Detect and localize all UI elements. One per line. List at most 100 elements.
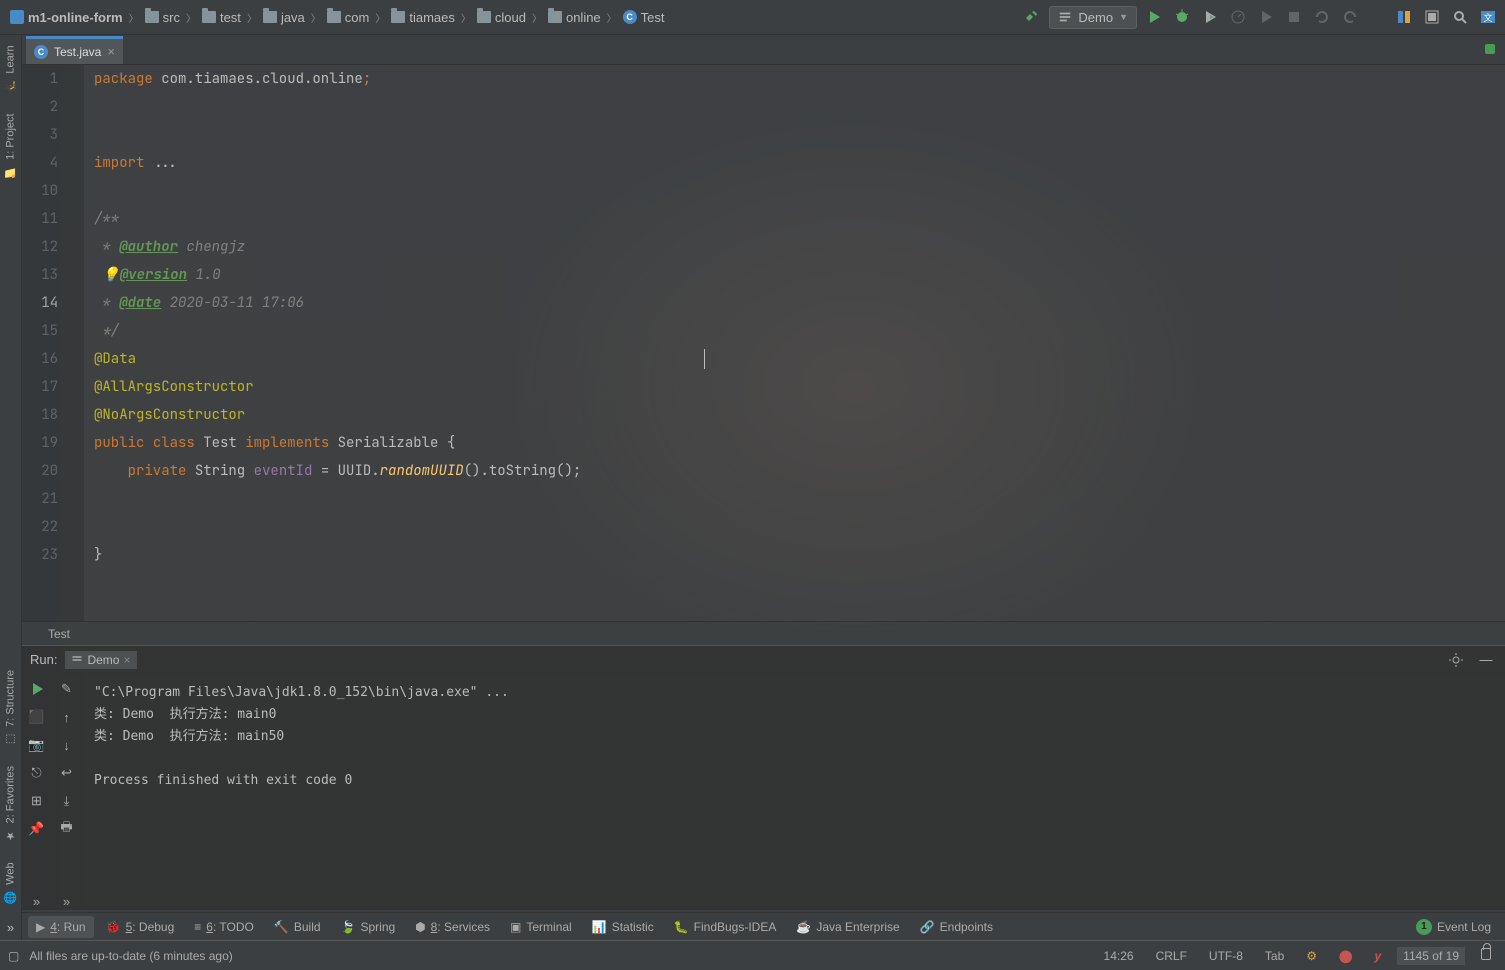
up-button[interactable]: ↑ — [58, 708, 76, 726]
stop-process-button[interactable]: ⬛ — [28, 708, 46, 726]
crumb-text: tiamaes — [409, 10, 455, 25]
bottom-tab-findbugs[interactable]: 🐛 FindBugs-IDEA — [666, 916, 785, 938]
pin-button[interactable]: 📌 — [28, 820, 46, 838]
bottom-tab-spring[interactable]: 🍃 Spring — [333, 916, 404, 938]
line-number: 16 — [22, 345, 64, 373]
close-run-tab-button[interactable]: × — [123, 653, 130, 667]
git-branch-button[interactable] — [1393, 6, 1415, 28]
status-line-separator[interactable]: CRLF — [1150, 949, 1193, 963]
crumb-project[interactable]: m1-online-form — [6, 8, 127, 27]
status-warn-icon-1[interactable]: ⚙ — [1300, 949, 1323, 963]
chevron-right-icon: 〉 — [459, 10, 473, 25]
crumb-test[interactable]: test — [198, 8, 245, 27]
crumb-text: test — [220, 10, 241, 25]
status-indent[interactable]: Tab — [1259, 949, 1290, 963]
sidebar-tab-project[interactable]: 📁1: Project — [1, 103, 20, 189]
run-button[interactable] — [1143, 6, 1165, 28]
editor-breadcrumb-item[interactable]: Test — [48, 627, 70, 641]
sidebar-tab-structure[interactable]: ⬚7: Structure — [1, 660, 20, 756]
crumb-src[interactable]: src — [141, 8, 184, 27]
hide-run-panel-button[interactable]: — — [1475, 649, 1497, 671]
expand-button[interactable]: » — [28, 892, 46, 910]
bottom-tab-run[interactable]: ▶ 4: Run — [28, 916, 94, 938]
status-y-icon[interactable]: y — [1368, 949, 1387, 963]
sidebar-tab-learn[interactable]: 🎓Learn — [1, 35, 20, 103]
line-number: 14 — [22, 289, 64, 317]
layout-button[interactable]: ⊞ — [28, 792, 46, 810]
print-button[interactable]: 🖶 — [58, 820, 76, 838]
build-hammer-button[interactable] — [1021, 6, 1043, 28]
run-gutter-right: ✎ ↑ ↓ ↩ ⤓ 🖶 » — [52, 674, 82, 910]
line-number: 21 — [22, 485, 64, 513]
sidebar-tab-favorites[interactable]: ★2: Favorites — [1, 756, 20, 852]
bottom-tab-terminal[interactable]: ▣ Terminal — [502, 916, 580, 938]
edit-button[interactable]: ✎ — [58, 680, 76, 698]
sidebar-collapse-button[interactable]: » — [4, 920, 18, 934]
bottom-tab-event-log[interactable]: 1 Event Log — [1408, 915, 1499, 939]
reload-button[interactable] — [1311, 6, 1333, 28]
code-editor[interactable]: 1 2 3 4 10 11 12 13 14 15 16 17 18 19 20… — [22, 65, 1505, 621]
bottom-tab-services[interactable]: ⬢ 8: Services — [407, 916, 498, 938]
close-tab-button[interactable]: × — [107, 44, 115, 59]
run-gutter-left: ⬛ 📷 ⎋ ⊞ 📌 » — [22, 674, 52, 910]
status-time[interactable]: 14:26 — [1098, 949, 1140, 963]
bottom-tab-debug[interactable]: 🐞 5: Debug — [98, 916, 183, 938]
sidebar-tab-web[interactable]: 🌐Web — [1, 852, 20, 914]
crumb-class[interactable]: CTest — [619, 8, 669, 27]
translate-button[interactable]: 文 — [1477, 6, 1499, 28]
status-memory[interactable]: 1145 of 19 — [1397, 947, 1465, 965]
coverage-button[interactable] — [1199, 6, 1221, 28]
profile-button[interactable] — [1227, 6, 1249, 28]
crumb-com[interactable]: com — [323, 8, 374, 27]
crumb-tiamaes[interactable]: tiamaes — [387, 8, 459, 27]
run-config-selector[interactable]: Demo ▼ — [1049, 6, 1137, 29]
bottom-tab-java-ee[interactable]: ☕ Java Enterprise — [788, 916, 907, 938]
code-area[interactable]: package com.tiamaes.cloud.online; import… — [84, 65, 1505, 621]
bottom-tab-todo[interactable]: ≡ 6: TODO — [186, 916, 262, 938]
crumb-cloud[interactable]: cloud — [473, 8, 530, 27]
crumb-java[interactable]: java — [259, 8, 309, 27]
soft-wrap-button[interactable]: ↩ — [58, 764, 76, 782]
editor-breadcrumb: Test — [22, 621, 1505, 645]
topbar: m1-online-form 〉 src 〉 test 〉 java 〉 com… — [0, 0, 1505, 35]
run-panel-header: Run: Demo × — — [22, 646, 1505, 674]
stop-button[interactable] — [1283, 6, 1305, 28]
run-console[interactable]: "C:\Program Files\Java\jdk1.8.0_152\bin\… — [82, 674, 1505, 910]
redo-button[interactable] — [1339, 6, 1361, 28]
more-button[interactable]: » — [58, 892, 76, 910]
left-sidebar: 🎓Learn 📁1: Project ⬚7: Structure ★2: Fav… — [0, 35, 22, 940]
crumb-text: cloud — [495, 10, 526, 25]
gutter[interactable]: 1 2 3 4 10 11 12 13 14 15 16 17 18 19 20… — [22, 65, 84, 621]
status-lock-icon[interactable] — [1475, 948, 1497, 963]
run-settings-button[interactable] — [1445, 649, 1467, 671]
crumb-text: com — [345, 10, 370, 25]
attach-button[interactable] — [1255, 6, 1277, 28]
scroll-end-button[interactable]: ⤓ — [58, 792, 76, 810]
chevron-right-icon: 〉 — [127, 10, 141, 25]
editor-tab-row: C Test.java × — [22, 35, 1505, 65]
main-area: C Test.java × 1 2 3 4 10 11 12 13 14 15 … — [22, 35, 1505, 910]
file-tab[interactable]: C Test.java × — [26, 36, 123, 64]
bottom-tab-statistic[interactable]: 📊 Statistic — [584, 916, 662, 938]
run-config-tab[interactable]: Demo × — [65, 651, 136, 669]
project-icon — [10, 10, 24, 24]
status-encoding[interactable]: UTF-8 — [1203, 949, 1249, 963]
inspection-ok-indicator[interactable] — [1485, 44, 1495, 54]
bottom-tab-build[interactable]: 🔨 Build — [266, 916, 329, 938]
status-error-icon[interactable]: ⬤ — [1333, 949, 1358, 963]
dump-threads-button[interactable]: 📷 — [28, 736, 46, 754]
ide-settings-button[interactable] — [1421, 6, 1443, 28]
exit-button[interactable]: ⎋ — [28, 764, 46, 782]
search-everywhere-button[interactable] — [1449, 6, 1471, 28]
status-icon[interactable]: ▢ — [8, 949, 19, 963]
crumb-online[interactable]: online — [544, 8, 605, 27]
bottom-tab-endpoints[interactable]: 🔗 Endpoints — [912, 916, 1001, 938]
chevron-right-icon: 〉 — [605, 10, 619, 25]
line-number: 2 — [22, 93, 64, 121]
line-number: 12 — [22, 233, 64, 261]
down-button[interactable]: ↓ — [58, 736, 76, 754]
rerun-button[interactable] — [28, 680, 46, 698]
folder-icon — [263, 11, 277, 23]
debug-button[interactable] — [1171, 6, 1193, 28]
crumb-text: Test — [641, 10, 665, 25]
